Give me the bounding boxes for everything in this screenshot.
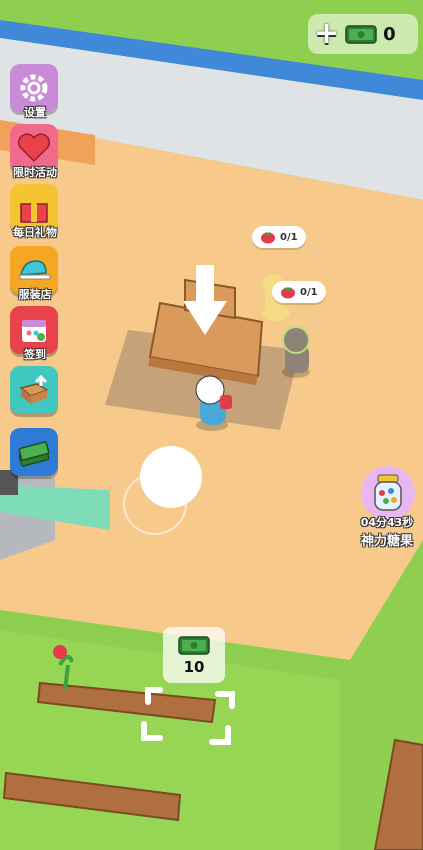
clothing-shop-button[interactable]: 服装店 bbox=[10, 246, 60, 301]
build-cost: 10 bbox=[183, 658, 205, 676]
cash-button[interactable] bbox=[10, 428, 60, 476]
cash-icon bbox=[345, 25, 377, 44]
money-counter[interactable]: + 0 bbox=[308, 14, 418, 54]
box-upgrade-icon bbox=[19, 374, 49, 404]
plus-icon[interactable]: + bbox=[314, 19, 339, 49]
power-candy-button[interactable]: 04分43秒 神力糖果 bbox=[358, 466, 418, 549]
settings-label: 设置 bbox=[24, 106, 46, 119]
limited-event-label: 限时活动 bbox=[13, 166, 57, 179]
candy-jar-icon bbox=[361, 466, 415, 520]
daily-gift-label: 每日礼物 bbox=[13, 226, 57, 239]
daily-gift-button[interactable]: 每日礼物 bbox=[10, 184, 60, 239]
check-in-label: 签到 bbox=[24, 348, 46, 361]
money-amount: 0 bbox=[383, 23, 396, 45]
limited-event-button[interactable]: 限时活动 bbox=[10, 124, 60, 179]
check-in-button[interactable]: 签到 bbox=[10, 306, 60, 361]
settings-button[interactable]: 设置 bbox=[10, 64, 60, 119]
arrow-down-icon bbox=[183, 265, 227, 335]
cash-stack-icon bbox=[18, 441, 50, 467]
joystick-knob[interactable] bbox=[140, 446, 202, 508]
order-count: 0/1 bbox=[280, 231, 298, 243]
upgrade-button[interactable] bbox=[10, 366, 60, 414]
tomato-icon bbox=[261, 232, 275, 244]
candy-timer: 04分43秒 bbox=[360, 516, 414, 529]
cap-icon bbox=[19, 260, 51, 280]
heart-icon bbox=[17, 133, 51, 163]
order-bubble: 0/1 bbox=[272, 281, 326, 303]
gift-icon bbox=[20, 197, 48, 223]
tomato-icon bbox=[281, 287, 295, 299]
cash-icon bbox=[178, 636, 210, 655]
build-area-marker[interactable] bbox=[140, 684, 240, 748]
customer-gray bbox=[282, 326, 310, 378]
candy-name: 神力糖果 bbox=[360, 534, 413, 549]
build-price-tag[interactable]: 10 bbox=[163, 627, 225, 683]
calendar-icon bbox=[22, 320, 46, 342]
order-count: 0/1 bbox=[300, 286, 318, 298]
order-bubble: 0/1 bbox=[252, 226, 306, 248]
gear-icon bbox=[20, 74, 48, 102]
clothing-shop-label: 服装店 bbox=[18, 288, 52, 301]
